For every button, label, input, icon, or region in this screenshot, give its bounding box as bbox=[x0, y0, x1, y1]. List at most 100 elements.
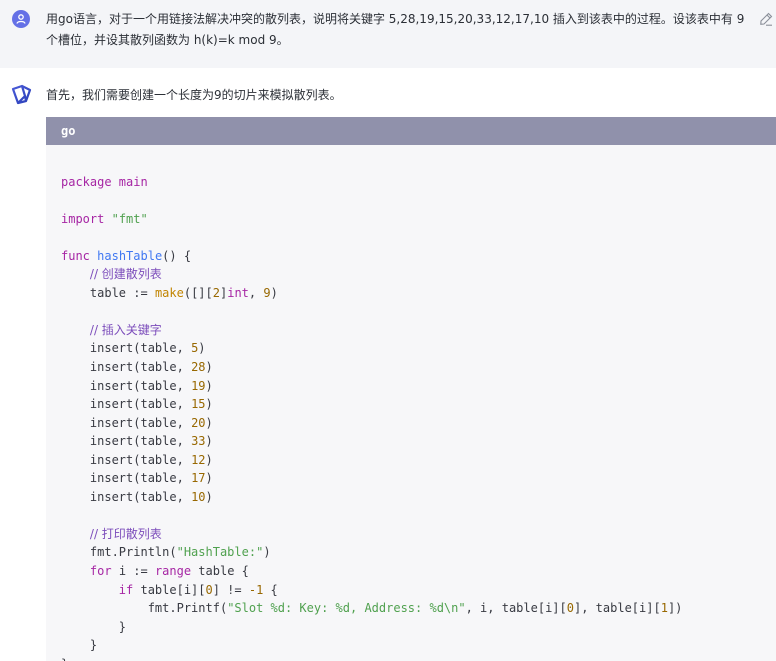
code-token: ]) bbox=[667, 601, 683, 616]
code-line: // 创建散列表 bbox=[61, 265, 776, 284]
code-token: insert(table, bbox=[89, 471, 192, 486]
code-token: -1 bbox=[248, 582, 264, 597]
code-token: make bbox=[154, 285, 184, 300]
code-line-insert: insert(table, 10) bbox=[61, 488, 776, 507]
code-token: 20 bbox=[191, 415, 206, 430]
code-line: func hashTable() { bbox=[61, 247, 776, 266]
code-token: "HashTable:" bbox=[176, 545, 264, 560]
code-line: import "fmt" bbox=[61, 210, 776, 229]
code-token: ], table[i][ bbox=[574, 601, 661, 616]
code-line-insert: insert(table, 17) bbox=[61, 469, 776, 488]
code-token: ([][ bbox=[183, 285, 213, 300]
code-line: table := make([][2]int, 9) bbox=[61, 284, 776, 303]
code-block: go package main import "fmt" func hashTa… bbox=[46, 117, 776, 661]
code-line: } bbox=[61, 618, 776, 637]
code-language-label: go bbox=[46, 117, 776, 145]
code-token: () { bbox=[162, 248, 192, 263]
code-line: } bbox=[61, 655, 776, 661]
code-token: table[i][ bbox=[133, 582, 206, 597]
code-token: table { bbox=[191, 564, 249, 579]
code-token: insert(table, bbox=[89, 434, 192, 449]
code-comment: // 打印散列表 bbox=[89, 526, 162, 541]
code-line-insert: insert(table, 15) bbox=[61, 395, 776, 414]
code-token: table := bbox=[89, 285, 155, 300]
code-token: 28 bbox=[191, 360, 206, 375]
code-comment: // 创建散列表 bbox=[89, 267, 162, 282]
code-token: 19 bbox=[191, 378, 206, 393]
code-line-insert: insert(table, 5) bbox=[61, 339, 776, 358]
code-token: ) bbox=[205, 378, 213, 393]
code-token: package main bbox=[61, 174, 148, 189]
code-comment: // 插入关键字 bbox=[89, 322, 162, 337]
code-token: insert(table, bbox=[89, 378, 192, 393]
user-avatar-icon bbox=[12, 10, 30, 28]
code-token: 2 bbox=[212, 285, 220, 300]
code-body: package main import "fmt" func hashTable… bbox=[46, 145, 776, 661]
code-token: 10 bbox=[191, 489, 206, 504]
assistant-logo-icon bbox=[11, 84, 32, 105]
code-token: i := bbox=[111, 564, 155, 579]
code-token: hashTable bbox=[97, 248, 163, 263]
code-token: 12 bbox=[191, 452, 206, 467]
code-line-insert: insert(table, 20) bbox=[61, 414, 776, 433]
code-token: ) bbox=[205, 434, 213, 449]
code-token: fmt.Println( bbox=[89, 545, 177, 560]
code-token: ) bbox=[205, 489, 213, 504]
code-token: ) bbox=[205, 397, 213, 412]
code-token: int bbox=[227, 285, 249, 300]
code-line: package main bbox=[61, 173, 776, 192]
code-token: , i, table[i][ bbox=[465, 601, 567, 616]
code-token: insert(table, bbox=[89, 397, 192, 412]
code-token: for bbox=[89, 564, 112, 579]
code-token: insert(table, bbox=[89, 415, 192, 430]
code-token: ) bbox=[205, 452, 213, 467]
code-line: if table[i][0] != -1 { bbox=[61, 581, 776, 600]
code-line-insert: insert(table, 33) bbox=[61, 432, 776, 451]
code-token: "fmt" bbox=[111, 211, 148, 226]
code-token: range bbox=[154, 564, 192, 579]
code-token: insert(table, bbox=[89, 360, 192, 375]
code-token: 15 bbox=[191, 397, 206, 412]
code-token: ) bbox=[198, 341, 206, 356]
assistant-intro-text: 首先，我们需要创建一个长度为9的切片来模拟散列表。 bbox=[46, 88, 342, 102]
code-token: "Slot %d: Key: %d, Address: %d\n" bbox=[227, 601, 466, 616]
code-token: 0 bbox=[205, 582, 213, 597]
code-token: ) bbox=[270, 285, 278, 300]
code-token: insert(table, bbox=[89, 341, 192, 356]
code-line: // 打印散列表 bbox=[61, 525, 776, 544]
code-line-insert: insert(table, 28) bbox=[61, 358, 776, 377]
code-line: fmt.Println("HashTable:") bbox=[61, 543, 776, 562]
code-token: fmt.Printf( bbox=[147, 601, 228, 616]
code-token: insert(table, bbox=[89, 452, 192, 467]
user-message: 用go语言，对于一个用链接法解决冲突的散列表，说明将关键字 5,28,19,15… bbox=[0, 0, 776, 68]
code-line-insert: insert(table, 19) bbox=[61, 377, 776, 396]
code-token: { bbox=[263, 582, 278, 597]
code-token: 0 bbox=[566, 601, 574, 616]
code-token: 1 bbox=[660, 601, 668, 616]
code-token: func bbox=[61, 248, 90, 263]
code-token: ] != bbox=[212, 582, 249, 597]
code-token: } bbox=[61, 657, 68, 661]
code-token: import bbox=[61, 211, 105, 226]
code-token: ) bbox=[205, 415, 213, 430]
code-token: insert(table, bbox=[89, 489, 192, 504]
user-message-text: 用go语言，对于一个用链接法解决冲突的散列表，说明将关键字 5,28,19,15… bbox=[46, 12, 745, 47]
code-token: } bbox=[118, 619, 127, 634]
code-token: if bbox=[118, 582, 134, 597]
edit-icon[interactable] bbox=[759, 12, 773, 26]
code-token: } bbox=[89, 638, 98, 653]
code-token: , bbox=[248, 285, 264, 300]
code-line: // 插入关键字 bbox=[61, 321, 776, 340]
code-token: 9 bbox=[263, 285, 271, 300]
code-line: } bbox=[61, 636, 776, 655]
code-token: ) bbox=[205, 360, 213, 375]
code-token: ) bbox=[205, 471, 213, 486]
code-line: for i := range table { bbox=[61, 562, 776, 581]
code-token: 33 bbox=[191, 434, 206, 449]
code-line: fmt.Printf("Slot %d: Key: %d, Address: %… bbox=[61, 599, 776, 618]
code-line-insert: insert(table, 12) bbox=[61, 451, 776, 470]
